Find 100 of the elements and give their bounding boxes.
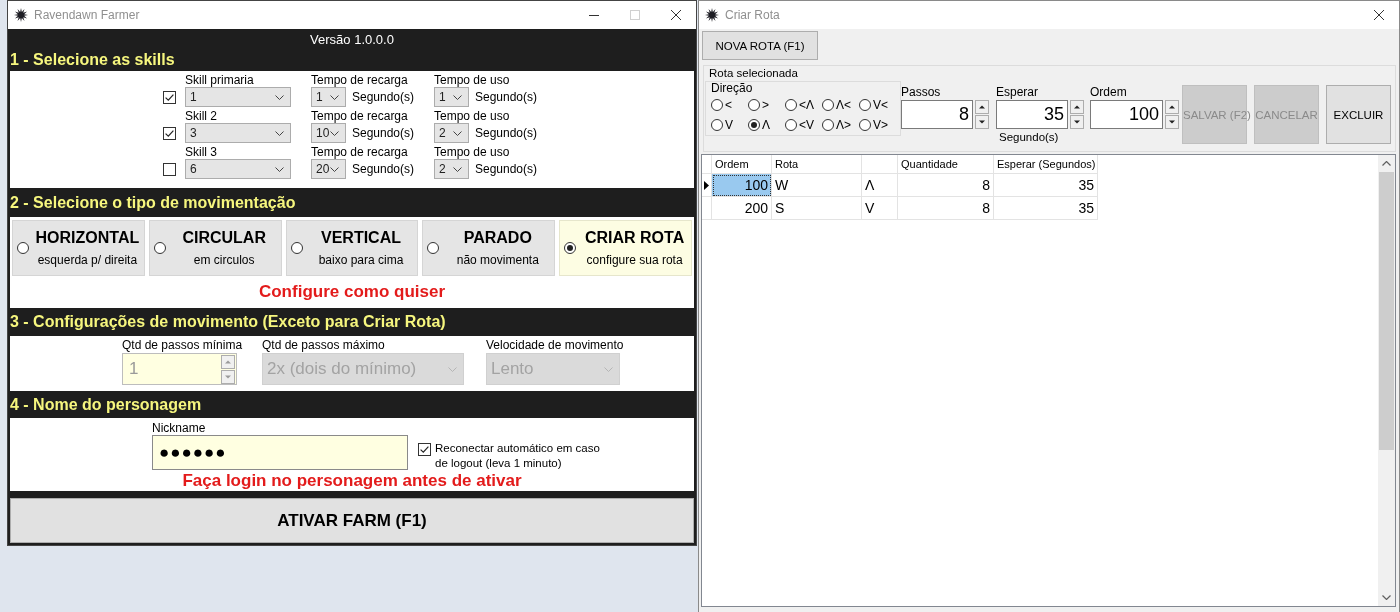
unit-label: Segundo(s) <box>352 90 415 104</box>
section-heading: 2 - Selecione o tipo de movimentação <box>10 193 296 212</box>
activate-button[interactable]: ATIVAR FARM (F1) <box>10 498 694 543</box>
field-label: Tempo de recarga <box>311 145 408 159</box>
radio-button[interactable] <box>564 242 577 254</box>
number-field[interactable]: 35 <box>996 100 1068 129</box>
table-cell[interactable]: S <box>772 197 862 220</box>
scroll-down-icon[interactable] <box>1382 595 1391 600</box>
checkbox[interactable] <box>163 90 176 104</box>
version-label: Versão 1.0.0.0 <box>310 31 394 47</box>
radio-button[interactable] <box>17 242 29 254</box>
field-label: Tempo de recarga <box>311 73 408 87</box>
section-heading: 3 - Configurações de movimento (Exceto para Criar Rota) <box>10 313 446 331</box>
table-cell[interactable]: 100 <box>712 174 772 197</box>
chevron-down-icon <box>453 166 462 172</box>
chevron-down-icon <box>604 366 613 372</box>
unit-label: Segundo(s) <box>999 131 1059 143</box>
number-field[interactable]: 100 <box>1090 100 1163 129</box>
radio-button[interactable] <box>859 119 871 131</box>
corner-header <box>702 155 712 174</box>
skill-dropdown[interactable]: 3 <box>185 123 291 143</box>
field-label: Nickname <box>152 421 206 435</box>
field-label: Tempo de uso <box>434 109 510 123</box>
cooldown-dropdown[interactable]: 20 <box>311 159 346 179</box>
close-icon[interactable] <box>1373 10 1384 20</box>
spin-up-button[interactable] <box>1165 100 1179 114</box>
action-button[interactable]: EXCLUIR <box>1326 85 1391 144</box>
use-time-dropdown[interactable]: 2 <box>434 159 469 179</box>
minimize-icon[interactable] <box>588 14 599 16</box>
movement-option[interactable]: HORIZONTAL esquerda p/ direita <box>12 220 145 276</box>
table-cell[interactable]: 200 <box>712 197 772 220</box>
radio-button[interactable] <box>748 99 760 111</box>
field-label: Velocidade de movimento <box>486 338 624 353</box>
field-label: Skill primaria <box>185 73 254 87</box>
checkbox[interactable] <box>163 126 176 140</box>
radio-button[interactable] <box>153 242 166 254</box>
table-cell[interactable]: 35 <box>994 197 1098 220</box>
use-time-dropdown[interactable]: 1 <box>434 87 469 107</box>
radio-label: V< <box>873 98 888 112</box>
radio-button[interactable] <box>785 119 797 131</box>
table-cell[interactable]: 35 <box>994 174 1098 197</box>
field-label: Ordem <box>1090 84 1127 100</box>
unit-label: Segundo(s) <box>475 90 538 104</box>
field-label: Tempo de uso <box>434 73 510 87</box>
spin-up-button[interactable] <box>1070 100 1084 114</box>
movement-option[interactable]: PARADO não movimenta <box>422 220 556 276</box>
radio-button[interactable] <box>859 99 871 111</box>
table-cell[interactable]: V <box>862 197 898 220</box>
chevron-down-icon <box>330 130 339 136</box>
movement-option[interactable]: CRIAR ROTA configure sua rota <box>559 220 692 276</box>
close-icon[interactable] <box>670 10 681 20</box>
movement-option[interactable]: CIRCULAR em circulos <box>148 220 282 276</box>
cooldown-dropdown[interactable]: 1 <box>311 87 346 107</box>
scrollbar-thumb[interactable] <box>1379 172 1394 450</box>
unit-label: Segundo(s) <box>475 162 538 176</box>
spin-down-button[interactable] <box>1165 115 1179 129</box>
chevron-down-icon <box>275 130 284 136</box>
scroll-up-icon[interactable] <box>1382 161 1391 166</box>
window-title: Criar Rota <box>725 8 780 22</box>
radio-button[interactable] <box>822 119 834 131</box>
table-cell[interactable]: 8 <box>898 197 994 220</box>
radio-button[interactable] <box>748 119 760 131</box>
spin-down-button[interactable] <box>975 115 989 129</box>
skill-dropdown[interactable]: 1 <box>185 87 291 107</box>
radio-label: <V <box>799 118 814 132</box>
field-label: Qtd de passos mínima <box>122 338 243 353</box>
movement-option[interactable]: VERTICAL baixo para cima <box>285 220 419 276</box>
new-route-button[interactable]: NOVA ROTA (F1) <box>702 31 818 60</box>
radio-button[interactable] <box>427 242 440 254</box>
checkbox[interactable] <box>163 162 176 176</box>
field-label: Qtd de passos máximo <box>262 338 385 353</box>
scrollbar-track[interactable] <box>1378 155 1395 606</box>
section-heading: 1 - Selecione as skills <box>10 51 175 69</box>
radio-button[interactable] <box>822 99 834 111</box>
radio-label: V> <box>873 118 888 132</box>
chevron-down-icon <box>453 130 462 136</box>
checkbox[interactable] <box>418 443 431 456</box>
chevron-down-icon <box>275 166 284 172</box>
warning-text: Faça login no personagem antes de ativar <box>182 471 522 491</box>
cooldown-dropdown[interactable]: 10 <box>311 123 346 143</box>
radio-button[interactable] <box>785 99 797 111</box>
spiky-logo-icon <box>14 8 28 22</box>
radio-button[interactable] <box>711 99 723 111</box>
table-cell[interactable]: W <box>772 174 862 197</box>
radio-label: V <box>725 118 733 132</box>
chevron-down-icon <box>330 166 339 172</box>
number-field[interactable]: 8 <box>901 100 973 129</box>
table-cell[interactable]: Λ <box>862 174 898 197</box>
nickname-field[interactable]: ●●●●●● <box>152 435 408 470</box>
spin-down-button[interactable] <box>1070 115 1084 129</box>
radio-label: <Λ <box>799 98 815 112</box>
section-heading: 4 - Nome do personagem <box>10 395 202 414</box>
radio-button[interactable] <box>711 119 723 131</box>
table-cell[interactable]: 8 <box>898 174 994 197</box>
radio-label: > <box>762 98 769 112</box>
spin-up-button[interactable] <box>975 100 989 114</box>
radio-label: < <box>725 98 732 112</box>
use-time-dropdown[interactable]: 2 <box>434 123 469 143</box>
skill-dropdown[interactable]: 6 <box>185 159 291 179</box>
radio-button[interactable] <box>290 242 303 254</box>
